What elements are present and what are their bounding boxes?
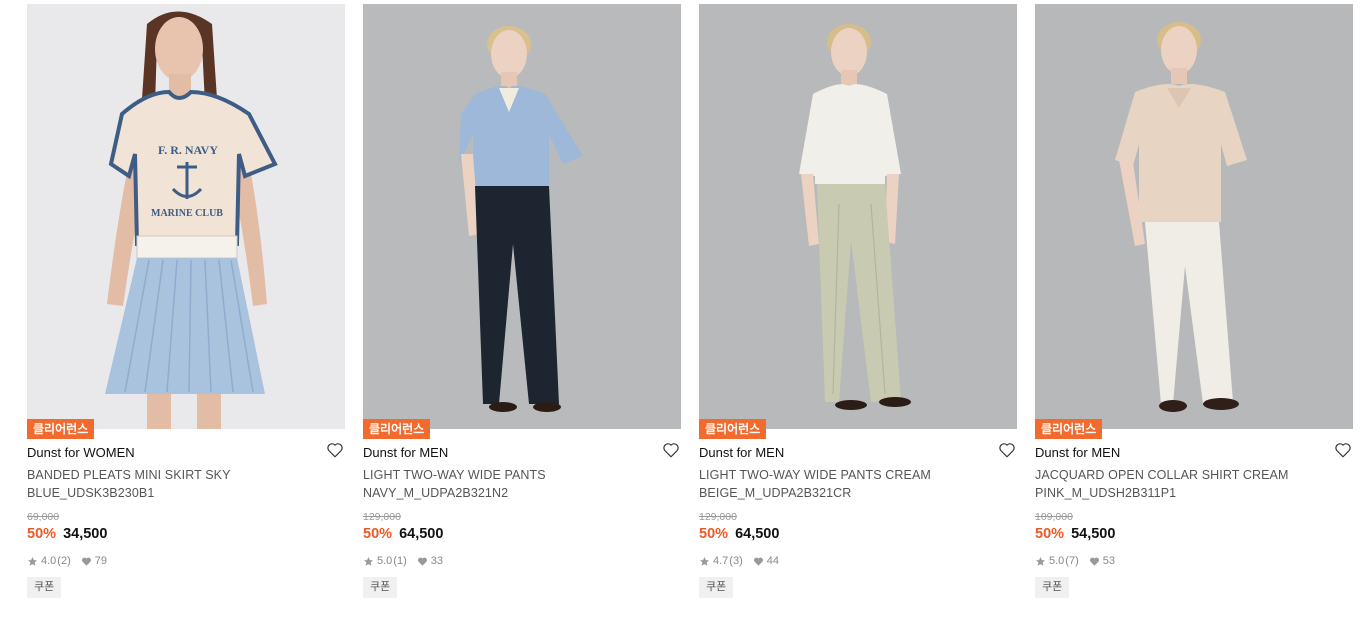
tee-print-line1: F. R. NAVY [158,143,218,157]
like-count: 44 [766,555,779,567]
star-icon [699,556,710,567]
original-price: 129,000 [363,511,401,523]
discount-rate: 50% [1035,526,1065,542]
like-count: 53 [1102,555,1115,567]
like-count: 33 [430,555,443,567]
coupon-tag: 쿠폰 [363,577,398,598]
brand-row: Dunst for WOMEN [27,441,345,462]
product-card[interactable]: 클리어런스 Dunst for MEN LIGHT TWO-WAY WIDE P… [699,4,1017,614]
product-image[interactable] [1035,4,1353,429]
heart-outline-icon[interactable] [998,441,1016,459]
sale-price: 54,500 [1071,526,1116,542]
review-count: (2) [57,555,71,567]
brand-row: Dunst for MEN [1035,441,1353,462]
sale-price: 64,500 [399,526,444,542]
rating-value: 5.0 [377,555,393,567]
brand-row: Dunst for MEN [699,441,1017,462]
original-price: 129,000 [699,511,737,523]
original-price: 109,000 [1035,511,1073,523]
product-meta: 4.7 (3) 44 [699,555,779,567]
heart-filled-icon [81,556,92,567]
product-name[interactable]: JACQUARD OPEN COLLAR SHIRT CREAM PINK_M_… [1035,466,1325,502]
star-icon [363,556,374,567]
price-row: 50% 34,500 [27,526,107,542]
product-name[interactable]: LIGHT TWO-WAY WIDE PANTS NAVY_M_UDPA2B32… [363,466,653,502]
tee-print-line2: MARINE CLUB [151,208,223,219]
coupon-tag: 쿠폰 [27,577,62,598]
heart-outline-icon[interactable] [662,441,680,459]
product-meta: 4.0 (2) 79 [27,555,107,567]
product-image[interactable]: F. R. NAVY MARINE CLUB [27,4,345,429]
rating-value: 5.0 [1049,555,1065,567]
brand-row: Dunst for MEN [363,441,681,462]
heart-filled-icon [417,556,428,567]
brand-name[interactable]: Dunst for MEN [363,445,448,460]
like-count: 79 [94,555,107,567]
sale-price: 64,500 [735,526,780,542]
brand-name[interactable]: Dunst for WOMEN [27,445,135,460]
original-price: 69,000 [27,511,60,523]
clearance-badge: 클리어런스 [1035,419,1103,439]
price-row: 50% 64,500 [363,526,443,542]
review-count: (3) [729,555,743,567]
product-name[interactable]: BANDED PLEATS MINI SKIRT SKY BLUE_UDSK3B… [27,466,317,502]
rating-value: 4.7 [713,555,729,567]
product-card[interactable]: 클리어런스 Dunst for MEN JACQUARD OPEN COLLAR… [1035,4,1353,614]
heart-filled-icon [1089,556,1100,567]
discount-rate: 50% [27,526,57,542]
price-row: 50% 54,500 [1035,526,1115,542]
brand-name[interactable]: Dunst for MEN [699,445,784,460]
product-grid: F. R. NAVY MARINE CLUB 클리어런스 Dunst for W… [0,0,1364,625]
discount-rate: 50% [363,526,393,542]
discount-rate: 50% [699,526,729,542]
review-count: (1) [393,555,407,567]
product-image[interactable] [363,4,681,429]
clearance-badge: 클리어런스 [363,419,431,439]
sale-price: 34,500 [63,526,108,542]
coupon-tag: 쿠폰 [699,577,734,598]
heart-outline-icon[interactable] [326,441,344,459]
clearance-badge: 클리어런스 [27,419,95,439]
clearance-badge: 클리어런스 [699,419,767,439]
product-image[interactable] [699,4,1017,429]
product-card[interactable]: F. R. NAVY MARINE CLUB 클리어런스 Dunst for W… [27,4,345,614]
product-name[interactable]: LIGHT TWO-WAY WIDE PANTS CREAM BEIGE_M_U… [699,466,989,502]
heart-filled-icon [753,556,764,567]
heart-outline-icon[interactable] [1334,441,1352,459]
product-meta: 5.0 (1) 33 [363,555,443,567]
product-meta: 5.0 (7) 53 [1035,555,1115,567]
brand-name[interactable]: Dunst for MEN [1035,445,1120,460]
product-card[interactable]: 클리어런스 Dunst for MEN LIGHT TWO-WAY WIDE P… [363,4,681,614]
star-icon [27,556,38,567]
price-row: 50% 64,500 [699,526,779,542]
review-count: (7) [1065,555,1079,567]
coupon-tag: 쿠폰 [1035,577,1070,598]
star-icon [1035,556,1046,567]
rating-value: 4.0 [41,555,57,567]
